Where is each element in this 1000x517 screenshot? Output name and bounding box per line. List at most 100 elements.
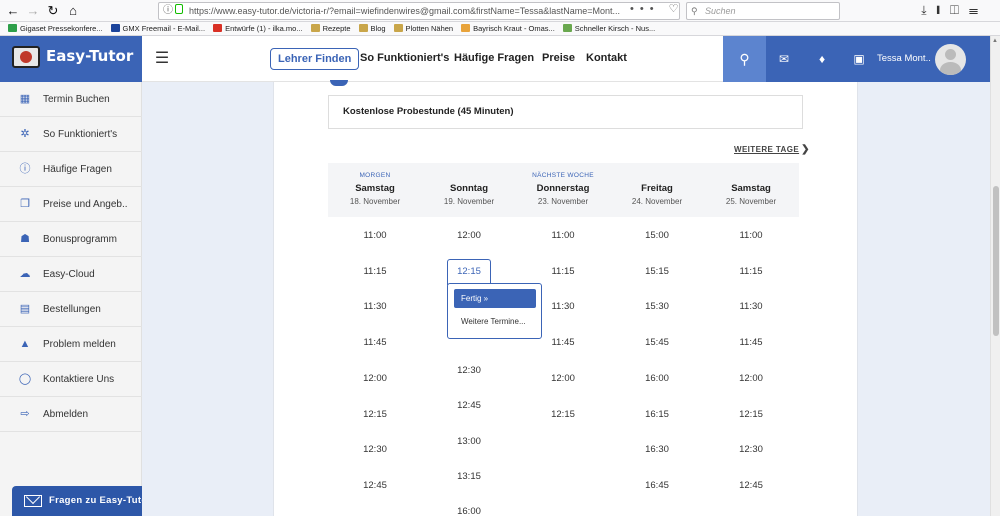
search-icon: ⚲ [691, 6, 698, 16]
sidebar-item-problem-melden[interactable]: ▲ Problem melden [0, 327, 142, 362]
time-slot[interactable]: 16:00 [610, 373, 704, 384]
bookmark-icon [8, 24, 17, 32]
envelope-icon [24, 495, 42, 507]
home-icon[interactable]: ⌂ [64, 2, 82, 20]
time-slot[interactable]: 12:45 [328, 480, 422, 491]
sidebar-item-label: Bonusprogramm [43, 234, 117, 245]
search-icon[interactable]: ⚲ [723, 36, 766, 82]
sidebar-item-kontaktiere-uns[interactable]: ◯ Kontaktiere Uns [0, 362, 142, 397]
time-slot[interactable]: 12:45 [704, 480, 798, 491]
time-slot[interactable]: 12:30 [422, 365, 516, 376]
sidebar-item-abmelden[interactable]: ⇨ Abmelden [0, 397, 142, 432]
time-slot[interactable]: 12:00 [422, 230, 516, 241]
time-slot[interactable]: 16:00 [422, 506, 516, 517]
menu-icon[interactable]: ☰ [142, 36, 182, 82]
more-days-link[interactable]: WEITERE TAGE ❯ [734, 144, 810, 155]
mail-icon[interactable]: ✉ [769, 36, 799, 82]
logo[interactable]: Easy-Tutor [0, 36, 142, 82]
sidebar-item-label: Preise und Angeb.. [43, 199, 128, 210]
url-bar[interactable]: ⓘ https://www.easy-tutor.de/victoria-r/?… [158, 2, 680, 20]
selected-slot[interactable]: 12:15 [447, 259, 491, 285]
time-slot[interactable]: 16:15 [610, 409, 704, 420]
time-slot[interactable]: 11:45 [328, 337, 422, 348]
info-icon[interactable]: ⓘ [163, 3, 173, 19]
sidebar-item-so-funktioniert-s[interactable]: ✲ So Funktioniert's [0, 117, 142, 152]
id-card-icon: ▤ [19, 303, 31, 315]
time-slot[interactable]: 12:15 [516, 409, 610, 420]
user-name[interactable]: Tessa Mont.. [877, 36, 931, 82]
nav-kontakt[interactable]: Kontakt [586, 48, 627, 70]
cloud-icon: ☁ [19, 268, 31, 280]
time-slot[interactable]: 15:30 [610, 301, 704, 312]
bookmark-item[interactable]: Gigaset Pressekonfere... [8, 22, 103, 35]
time-slot[interactable]: 11:00 [328, 230, 422, 241]
sidebar-item-häufige-fragen[interactable]: ⓘ Häufige Fragen [0, 152, 142, 187]
warning-icon: ▲ [19, 338, 31, 350]
browser-tool-icons[interactable]: ⤓❙◫☰ [921, 3, 988, 18]
scroll-up-icon[interactable]: ▲ [992, 38, 998, 44]
sidebar-item-termin-buchen[interactable]: ▦ Termin Buchen [0, 82, 142, 117]
page-scrollbar[interactable]: ▲ [990, 36, 1000, 516]
sidebar-item-bestellungen[interactable]: ▤ Bestellungen [0, 292, 142, 327]
nav-haeufige-fragen[interactable]: Häufige Fragen [454, 48, 534, 70]
back-icon[interactable]: ← [4, 2, 22, 20]
more-appointments-link[interactable]: Weitere Termine... [461, 317, 526, 326]
time-slot[interactable]: 11:15 [328, 266, 422, 277]
time-slot[interactable]: 11:15 [704, 266, 798, 277]
time-slot[interactable]: 11:15 [516, 266, 610, 277]
bookmark-icon [393, 24, 403, 32]
day-tag: NÄCHSTE WOCHE [532, 172, 594, 179]
bookmark-item[interactable]: Rezepte [310, 22, 351, 35]
cart-icon[interactable]: ▣ [844, 36, 874, 82]
day-tag: MORGEN [359, 172, 391, 179]
app-header: Easy-Tutor ☰ Lehrer Finden So Funktionie… [0, 36, 1000, 82]
time-slot[interactable]: 12:00 [704, 373, 798, 384]
bookmark-icon [110, 24, 120, 32]
time-slot[interactable]: 15:15 [610, 266, 704, 277]
time-slot[interactable]: 16:45 [610, 480, 704, 491]
avatar[interactable] [935, 44, 966, 75]
time-slot[interactable]: 12:45 [422, 400, 516, 411]
nav-so-funktionierts[interactable]: So Funktioniert's [360, 48, 449, 70]
time-slot[interactable]: 12:30 [704, 444, 798, 455]
bookmark-item[interactable]: Plotten Nähen [393, 22, 453, 35]
bookmark-item[interactable]: Bayrisch Kraut - Omas... [461, 22, 555, 35]
day-name: Samstag [731, 183, 771, 194]
time-slot[interactable]: 13:00 [422, 436, 516, 447]
time-slot[interactable]: 11:45 [704, 337, 798, 348]
bookmark-item[interactable]: Schneller Kirsch - Nus... [562, 22, 655, 35]
tag-icon: ❐ [20, 198, 30, 210]
nav-lehrer-finden[interactable]: Lehrer Finden [270, 48, 360, 70]
scroll-thumb[interactable] [993, 186, 999, 336]
reload-icon[interactable]: ↻ [44, 2, 62, 20]
bell-icon[interactable]: ♦ [807, 36, 837, 82]
time-slot[interactable]: 16:30 [610, 444, 704, 455]
browser-search-input[interactable]: ⚲ Suchen [686, 2, 840, 20]
browser-toolbar: ← → ↻ ⌂ ⓘ https://www.easy-tutor.de/vict… [0, 0, 1000, 22]
bookmark-item[interactable]: Entwürfe (1) - ilka.mo... [213, 22, 303, 35]
calendar-icon: ▦ [19, 93, 31, 105]
done-button[interactable]: Fertig » [454, 289, 536, 308]
time-slot[interactable]: 12:15 [704, 409, 798, 420]
time-slot[interactable]: 11:30 [704, 301, 798, 312]
time-slot[interactable]: 12:00 [328, 373, 422, 384]
sidebar-item-preise-und-angeb[interactable]: ❐ Preise und Angeb.. [0, 187, 142, 222]
sidebar-item-bonusprogramm[interactable]: ☗ Bonusprogramm [0, 222, 142, 257]
time-slot[interactable]: 12:30 [328, 444, 422, 455]
sidebar-item-easy-cloud[interactable]: ☁ Easy-Cloud [0, 257, 142, 292]
bookmark-item[interactable]: GMX Freemail - E-Mail... [110, 22, 205, 35]
time-slot[interactable]: 13:15 [422, 471, 516, 482]
lock-icon [175, 4, 183, 14]
bookmark-item[interactable]: Blog [358, 22, 386, 35]
time-slot[interactable]: 11:00 [516, 230, 610, 241]
time-slot[interactable]: 12:00 [516, 373, 610, 384]
time-slot[interactable]: 15:00 [610, 230, 704, 241]
nav-preise[interactable]: Preise [542, 48, 575, 70]
time-slot[interactable]: 12:15 [328, 409, 422, 420]
forward-icon[interactable]: → [24, 2, 42, 20]
lesson-select[interactable]: Kostenlose Probestunde (45 Minuten) [328, 95, 803, 129]
time-slot[interactable]: 11:30 [328, 301, 422, 312]
time-slot[interactable]: 11:00 [704, 230, 798, 241]
sidebar-item-label: Termin Buchen [43, 94, 110, 105]
time-slot[interactable]: 15:45 [610, 337, 704, 348]
